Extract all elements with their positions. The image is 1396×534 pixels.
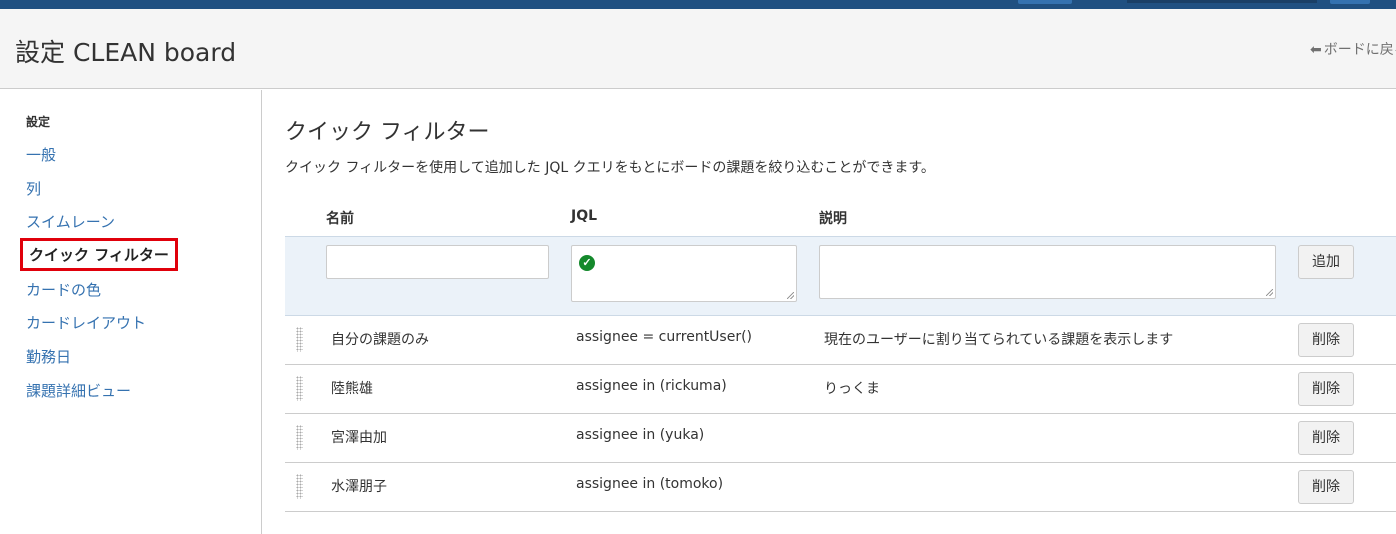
drag-handle-icon[interactable] — [296, 425, 303, 450]
sidebar-item-swimlanes[interactable]: スイムレーン — [26, 211, 115, 232]
sidebar-item-general[interactable]: 一般 — [26, 144, 56, 165]
jql-valid-check-icon: ✓ — [579, 255, 595, 271]
drag-handle-icon[interactable] — [296, 474, 303, 499]
filter-jql: assignee in (yuka) — [576, 427, 705, 443]
top-nav-search[interactable] — [1127, 0, 1317, 3]
add-filter-row: ✓ 追加 — [285, 236, 1396, 316]
column-header-jql: JQL — [571, 208, 598, 224]
top-nav-button[interactable] — [1018, 0, 1072, 4]
section-description: クイック フィルターを使用して追加した JQL クエリをもとにボードの課題を絞り… — [285, 160, 935, 176]
back-to-board-link[interactable]: ⬅ボードに戻る — [1310, 39, 1396, 59]
resize-grip-icon[interactable] — [787, 292, 794, 299]
filter-name: 水澤朋子 — [331, 479, 387, 495]
add-button[interactable]: 追加 — [1298, 245, 1354, 279]
filter-jql: assignee in (rickuma) — [576, 378, 727, 394]
sidebar-item-working-days[interactable]: 勤務日 — [26, 346, 71, 367]
table-row: 陸熊雄 assignee in (rickuma) りっくま 削除 — [285, 365, 1396, 414]
name-input[interactable] — [326, 245, 549, 279]
sidebar-item-columns[interactable]: 列 — [26, 178, 41, 199]
filter-jql: assignee = currentUser() — [576, 329, 753, 345]
delete-button[interactable]: 削除 — [1298, 421, 1354, 455]
sidebar-item-card-layout[interactable]: カードレイアウト — [26, 312, 146, 333]
top-navigation-bar — [0, 0, 1396, 9]
sidebar-item-quick-filters[interactable]: クイック フィルター — [20, 238, 178, 271]
description-textarea[interactable] — [819, 245, 1276, 299]
filter-description: りっくま — [824, 381, 880, 397]
filter-name: 自分の課題のみ — [331, 332, 429, 348]
page-title: 設定 CLEAN board — [15, 38, 237, 67]
section-title: クイック フィルター — [285, 120, 490, 145]
table-row: 宮澤由加 assignee in (yuka) 削除 — [285, 414, 1396, 463]
sidebar-heading: 設定 — [26, 115, 51, 129]
table-row: 自分の課題のみ assignee = currentUser() 現在のユーザー… — [285, 316, 1396, 365]
drag-handle-icon[interactable] — [296, 327, 303, 352]
drag-handle-icon[interactable] — [296, 376, 303, 401]
column-header-description: 説明 — [819, 211, 847, 227]
jql-textarea[interactable]: ✓ — [571, 245, 797, 302]
filter-name: 宮澤由加 — [331, 430, 387, 446]
sidebar-item-card-colors[interactable]: カードの色 — [26, 279, 101, 300]
resize-grip-icon[interactable] — [1266, 289, 1273, 296]
settings-sidebar: 設定 一般 列 スイムレーン クイック フィルター カードの色 カードレイアウト… — [0, 90, 262, 534]
delete-button[interactable]: 削除 — [1298, 323, 1354, 357]
filter-description: 現在のユーザーに割り当てられている課題を表示します — [824, 332, 1174, 348]
delete-button[interactable]: 削除 — [1298, 470, 1354, 504]
column-header-name: 名前 — [326, 211, 354, 227]
back-arrow-icon: ⬅ — [1310, 42, 1322, 58]
filter-name: 陸熊雄 — [331, 381, 373, 397]
sidebar-item-issue-detail-view[interactable]: 課題詳細ビュー — [26, 380, 131, 401]
page-header: 設定 CLEAN board ⬅ボードに戻る — [0, 9, 1396, 89]
top-nav-create-button[interactable] — [1330, 0, 1370, 4]
table-row: 水澤朋子 assignee in (tomoko) 削除 — [285, 463, 1396, 512]
filter-jql: assignee in (tomoko) — [576, 476, 724, 492]
back-to-board-label: ボードに戻る — [1323, 42, 1396, 58]
delete-button[interactable]: 削除 — [1298, 372, 1354, 406]
